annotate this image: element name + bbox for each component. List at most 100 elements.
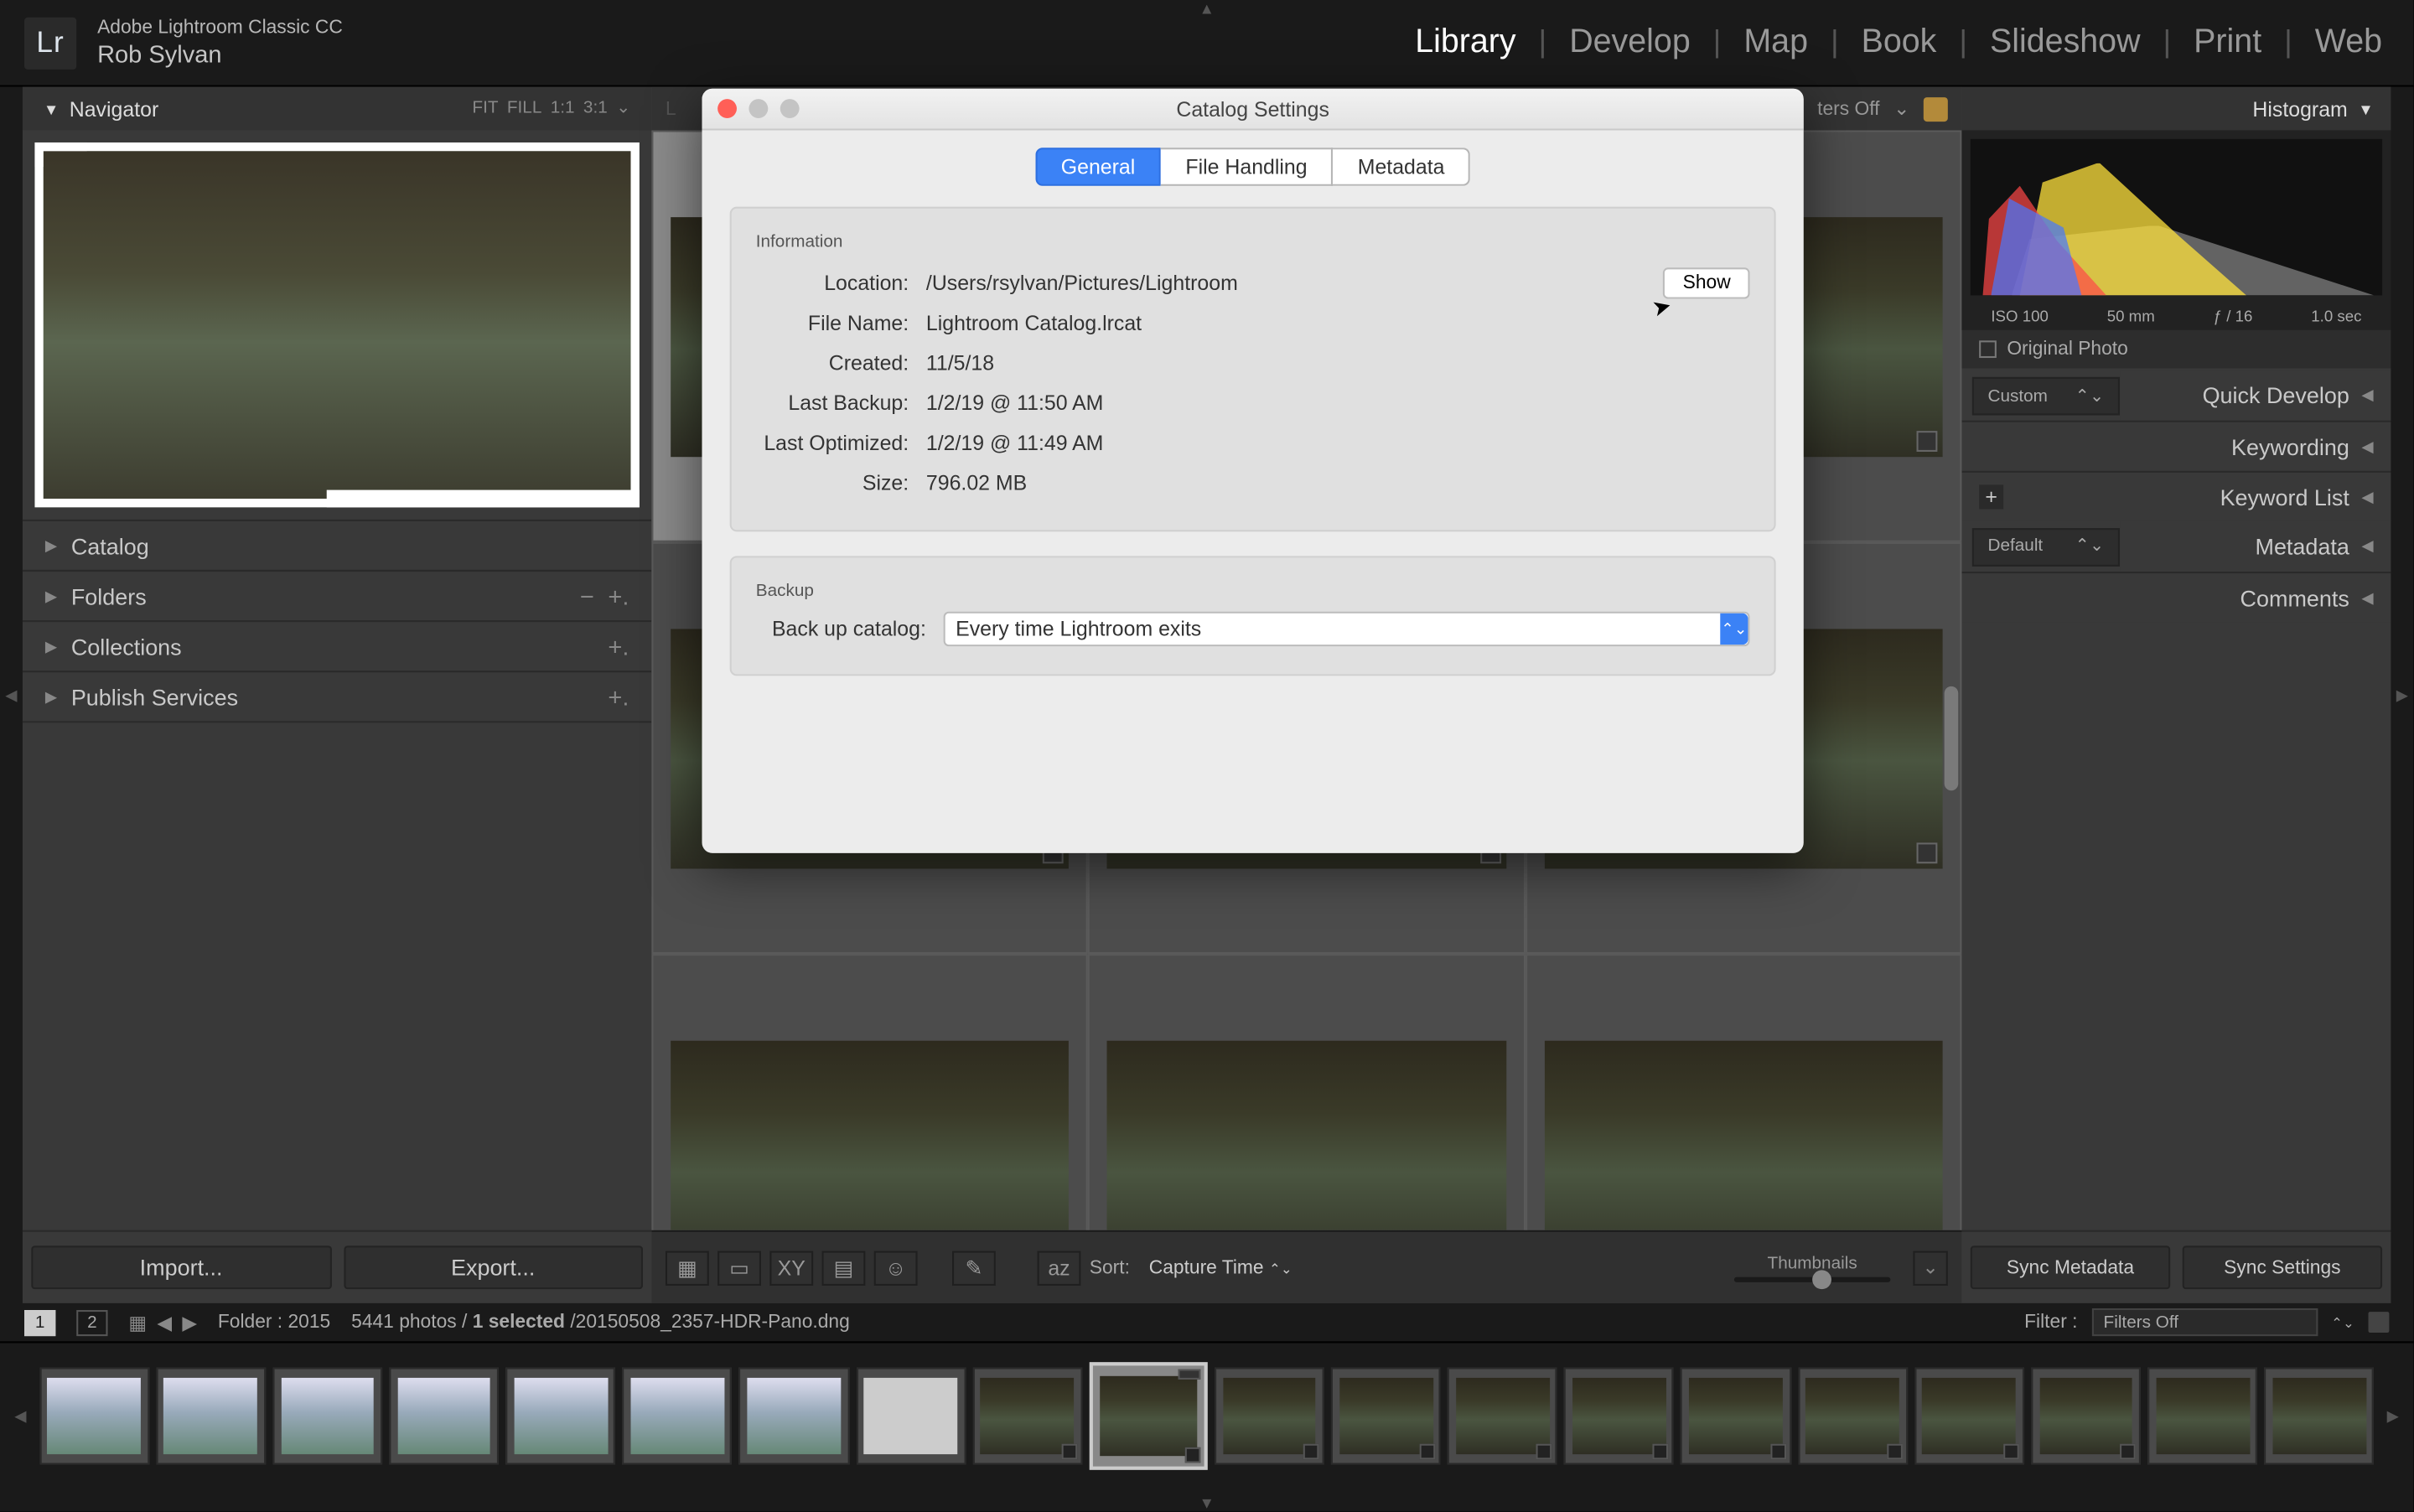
panel-publish[interactable]: ▶ Publish Services +. xyxy=(23,671,651,721)
filmstrip-thumb[interactable] xyxy=(856,1367,966,1464)
navigator-header[interactable]: ▼ Navigator FIT FILL 1:1 3:1 ⌄ xyxy=(23,87,651,131)
dropdown-arrow-icon: ⌃⌄ xyxy=(1720,614,1748,645)
sync-settings-button[interactable]: Sync Settings xyxy=(2183,1245,2382,1289)
quick-dev-preset-dropdown[interactable]: Custom⌃⌄ xyxy=(1972,377,2120,416)
module-map[interactable]: Map xyxy=(1743,23,1808,62)
collapse-bottom-icon[interactable]: ▼ xyxy=(1199,1494,1214,1512)
people-view-icon[interactable]: ☺ xyxy=(874,1251,918,1285)
plus-icon[interactable]: + xyxy=(1979,484,2003,509)
chevron-down-icon[interactable]: ⌄ xyxy=(1893,97,1909,120)
metadata-preset-dropdown[interactable]: Default⌃⌄ xyxy=(1972,527,2120,566)
filmstrip-thumb[interactable] xyxy=(389,1367,499,1464)
nav-back-icon[interactable]: ◀ xyxy=(157,1311,172,1333)
original-photo-toggle[interactable]: Original Photo xyxy=(1961,330,2391,369)
panel-keyword-list[interactable]: + Keyword List ◀ xyxy=(1961,471,2391,521)
nav-preset-fill[interactable]: FILL xyxy=(507,99,541,118)
module-library[interactable]: Library xyxy=(1415,23,1515,62)
painter-tool-icon[interactable]: ✎ xyxy=(952,1251,996,1285)
plus-icon[interactable]: +. xyxy=(608,633,629,660)
module-develop[interactable]: Develop xyxy=(1569,23,1691,62)
collapse-left-icon[interactable]: ◀ xyxy=(0,87,23,1303)
backup-frequency-dropdown[interactable]: Every time Lightroom exits ⌃⌄ xyxy=(944,612,1750,646)
histogram-header[interactable]: Histogram ▼ xyxy=(1961,87,2391,131)
plus-icon[interactable]: +. xyxy=(608,683,629,711)
collapse-right-icon[interactable]: ▶ xyxy=(2391,87,2413,1303)
sync-metadata-button[interactable]: Sync Metadata xyxy=(1971,1245,2170,1289)
filmstrip-thumb[interactable] xyxy=(2031,1367,2141,1464)
collapse-top-icon[interactable]: ▲ xyxy=(1199,0,1214,18)
panel-label: Keyword List xyxy=(2220,484,2349,510)
minus-icon[interactable]: − xyxy=(580,582,594,609)
filmstrip-thumb[interactable] xyxy=(2147,1367,2257,1464)
compare-view-icon[interactable]: XY xyxy=(769,1251,813,1285)
panel-metadata[interactable]: Metadata◀ xyxy=(2120,521,2391,572)
filmstrip-left-icon[interactable]: ◀ xyxy=(8,1373,32,1460)
folder-name[interactable]: 2015 xyxy=(288,1312,331,1333)
grid-icon[interactable]: ▦ xyxy=(128,1311,147,1333)
import-button[interactable]: Import... xyxy=(31,1245,331,1289)
tab-file-handling[interactable]: File Handling xyxy=(1161,148,1333,186)
filmstrip-thumb[interactable] xyxy=(156,1367,266,1464)
filmstrip-thumb[interactable] xyxy=(1798,1367,1908,1464)
panel-catalog[interactable]: ▶ Catalog xyxy=(23,520,651,570)
filmstrip-thumb[interactable] xyxy=(39,1367,149,1464)
filmstrip-thumb[interactable] xyxy=(2265,1367,2375,1464)
filter-menu-icon[interactable]: ⌃⌄ xyxy=(2331,1314,2354,1330)
secondary-display-2[interactable]: 2 xyxy=(76,1309,107,1335)
nav-preset-1to1[interactable]: 1:1 xyxy=(551,99,575,118)
identity-plate: Rob Sylvan xyxy=(97,40,343,68)
checkbox-icon xyxy=(1979,340,1997,358)
scrollbar-thumb[interactable] xyxy=(1945,686,1959,790)
sort-dropdown[interactable]: Capture Time ⌃⌄ xyxy=(1149,1257,1292,1278)
module-web[interactable]: Web xyxy=(2315,23,2382,62)
filter-dropdown[interactable]: Filters Off xyxy=(2091,1308,2317,1336)
panel-collections[interactable]: ▶ Collections +. xyxy=(23,620,651,671)
filmstrip-thumb[interactable] xyxy=(272,1367,382,1464)
nav-preset-3to1[interactable]: 3:1 xyxy=(583,99,608,118)
filmstrip-right-icon[interactable]: ▶ xyxy=(2381,1373,2405,1460)
secondary-display-1[interactable]: 1 xyxy=(24,1309,55,1335)
filmstrip-thumb[interactable] xyxy=(1564,1367,1674,1464)
nav-preset-menu-icon[interactable]: ⌄ xyxy=(616,99,630,118)
panel-comments[interactable]: Comments◀ xyxy=(1961,572,2391,622)
filmstrip-thumb[interactable] xyxy=(1331,1367,1441,1464)
dialog-titlebar[interactable]: Catalog Settings xyxy=(702,89,1803,131)
grid-cell[interactable] xyxy=(1088,954,1525,1230)
loupe-view-icon[interactable]: ▭ xyxy=(717,1251,761,1285)
module-print[interactable]: Print xyxy=(2194,23,2261,62)
filter-lock-icon[interactable] xyxy=(2368,1312,2389,1333)
survey-view-icon[interactable]: ▤ xyxy=(822,1251,866,1285)
grid-cell[interactable] xyxy=(1525,954,1961,1230)
filmstrip-thumb-selected[interactable] xyxy=(1089,1362,1207,1470)
filmstrip-thumb[interactable] xyxy=(1681,1367,1791,1464)
thumbnail-size-slider[interactable] xyxy=(1734,1276,1891,1282)
export-button[interactable]: Export... xyxy=(343,1245,643,1289)
panel-keywording[interactable]: Keywording◀ xyxy=(1961,421,2391,471)
filmstrip-thumb[interactable] xyxy=(1448,1367,1557,1464)
toolbar-menu-icon[interactable]: ⌄ xyxy=(1913,1251,1947,1285)
nav-forward-icon[interactable]: ▶ xyxy=(182,1311,197,1333)
filmstrip[interactable]: ◀ ▶ xyxy=(0,1341,2413,1489)
panel-folders[interactable]: ▶ Folders −+. xyxy=(23,570,651,620)
window-close-icon[interactable] xyxy=(717,99,737,118)
tab-metadata[interactable]: Metadata xyxy=(1334,148,1471,186)
filmstrip-thumb[interactable] xyxy=(1914,1367,2024,1464)
show-button[interactable]: Show xyxy=(1664,267,1750,298)
plus-icon[interactable]: +. xyxy=(608,582,629,609)
sort-direction-icon[interactable]: az xyxy=(1038,1251,1081,1285)
filmstrip-thumb[interactable] xyxy=(1215,1367,1324,1464)
navigator-preview[interactable] xyxy=(23,130,651,519)
filmstrip-thumb[interactable] xyxy=(739,1367,849,1464)
filmstrip-thumb[interactable] xyxy=(972,1367,1082,1464)
filmstrip-thumb[interactable] xyxy=(506,1367,616,1464)
grid-view-icon[interactable]: ▦ xyxy=(666,1251,709,1285)
lock-icon[interactable] xyxy=(1924,96,1948,121)
grid-cell[interactable] xyxy=(651,954,1088,1230)
histogram: ISO 100 50 mm ƒ / 16 1.0 sec xyxy=(1961,130,2391,329)
module-slideshow[interactable]: Slideshow xyxy=(1990,23,2141,62)
nav-preset-fit[interactable]: FIT xyxy=(472,99,498,118)
module-book[interactable]: Book xyxy=(1862,23,1937,62)
tab-general[interactable]: General xyxy=(1035,148,1162,186)
filmstrip-thumb[interactable] xyxy=(623,1367,733,1464)
panel-quick-develop[interactable]: Quick Develop◀ xyxy=(2120,370,2391,420)
